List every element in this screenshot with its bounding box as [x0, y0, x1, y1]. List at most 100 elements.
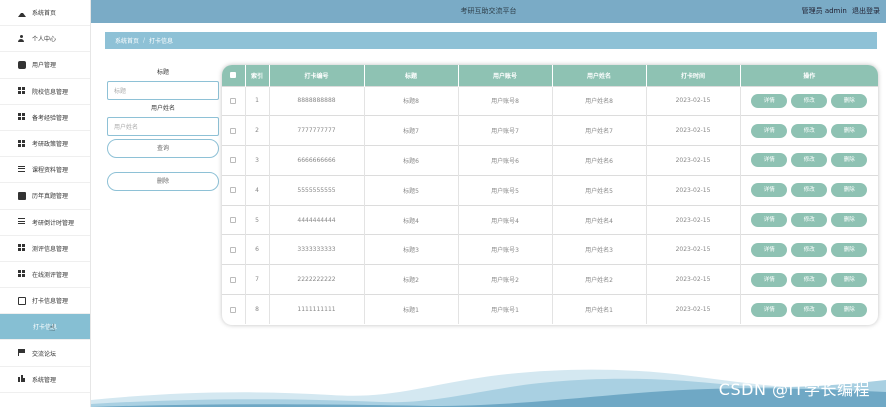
- cell-index: 7: [245, 264, 270, 295]
- table-row: 4 5555555555 标题5 用户账号5 用户姓名5 2023-02-15 详情 修改 删除: [222, 175, 878, 206]
- query-button[interactable]: 查询: [107, 139, 219, 158]
- detail-button[interactable]: 详情: [751, 213, 788, 228]
- cell-checkin-code: 6666666666: [269, 145, 365, 176]
- cell-actions: 详情 修改 删除: [740, 86, 878, 116]
- edit-button[interactable]: 修改: [791, 302, 828, 317]
- row-select-cell[interactable]: [222, 145, 246, 176]
- delete-button[interactable]: 删除: [831, 302, 868, 317]
- edit-button[interactable]: 修改: [791, 153, 828, 168]
- sidebar-item-online-assessment[interactable]: 在线测评管理: [0, 262, 90, 289]
- sidebar-item-checkin[interactable]: 打卡信息: [0, 314, 90, 341]
- sidebar-item-users[interactable]: 用户管理: [0, 52, 90, 79]
- sidebar-item-label: 系统管理: [32, 376, 57, 384]
- sidebar-item-policy[interactable]: 考研政策管理: [0, 131, 90, 158]
- sidebar-item-forum[interactable]: 交流论坛: [0, 340, 90, 367]
- table-row: 5 4444444444 标题4 用户账号4 用户姓名4 2023-02-15 详情 修改 删除: [222, 205, 878, 235]
- name-filter-label: 用户姓名: [150, 105, 175, 112]
- cell-user-account: 用户账号4: [458, 205, 553, 235]
- row-select-cell[interactable]: [222, 234, 246, 265]
- sidebar-item-home[interactable]: 系统首页: [0, 0, 90, 27]
- cell-checkin-time: 2023-02-15: [646, 205, 741, 235]
- user-area: 管理员 admin 退出登录: [799, 6, 880, 16]
- delete-button[interactable]: 删除: [831, 93, 868, 108]
- row-checkbox[interactable]: [230, 217, 237, 224]
- search-panel: 标题 标题 用户姓名 用户姓名 查询 删除: [107, 67, 219, 191]
- watermark-text: CSDN @IT学长编程: [718, 380, 870, 399]
- breadcrumb-current: 打卡信息: [149, 38, 174, 45]
- detail-button[interactable]: 详情: [751, 153, 788, 168]
- cell-index: 2: [245, 115, 270, 146]
- edit-button[interactable]: 修改: [791, 272, 828, 287]
- person-icon: [18, 34, 26, 43]
- detail-button[interactable]: 详情: [751, 93, 788, 108]
- column-header: 用户账号: [458, 65, 553, 86]
- detail-button[interactable]: 详情: [751, 123, 788, 138]
- grid-icon: [18, 244, 26, 253]
- breadcrumb-separator: /: [143, 37, 146, 44]
- sidebar-item-system[interactable]: 系统管理: [0, 367, 90, 393]
- cell-index: 4: [245, 175, 270, 206]
- delete-button[interactable]: 删除: [831, 153, 868, 168]
- row-checkbox[interactable]: [230, 306, 237, 313]
- name-search-input[interactable]: 用户姓名: [107, 117, 219, 136]
- cell-actions: 详情 修改 删除: [740, 295, 878, 325]
- sidebar-item-countdown[interactable]: 考研倒计时管理: [0, 210, 90, 236]
- select-all-checkbox[interactable]: [230, 72, 237, 79]
- column-header: 打卡时间: [646, 65, 741, 86]
- sidebar: 系统首页 个人中心 用户管理 院校信息管理 备考经验管理 考研政策管理 课程资料…: [0, 0, 91, 407]
- title-search-input[interactable]: 标题: [107, 81, 219, 100]
- breadcrumb-home[interactable]: 系统首页: [115, 36, 139, 45]
- row-checkbox[interactable]: [230, 157, 237, 164]
- cell-user-name: 用户姓名4: [552, 205, 647, 235]
- logout-link[interactable]: 退出登录: [852, 7, 880, 15]
- row-select-cell[interactable]: [222, 205, 246, 235]
- sidebar-item-past-papers[interactable]: 历年真题管理: [0, 183, 90, 210]
- cell-checkin-code: 2222222222: [269, 264, 365, 295]
- sidebar-item-assessment-info[interactable]: 测评信息管理: [0, 236, 90, 262]
- sidebar-item-experience[interactable]: 备考经验管理: [0, 105, 90, 131]
- delete-button[interactable]: 删除: [831, 272, 868, 287]
- cell-checkin-time: 2023-02-15: [646, 264, 741, 295]
- edit-button[interactable]: 修改: [791, 183, 828, 198]
- edit-button[interactable]: 修改: [791, 242, 828, 257]
- delete-button[interactable]: 删除: [831, 183, 868, 198]
- sidebar-item-courses[interactable]: 课程资料管理: [0, 157, 90, 184]
- batch-delete-button[interactable]: 删除: [107, 172, 219, 191]
- book-icon: [18, 191, 26, 200]
- cell-checkin-code: 3333333333: [269, 234, 365, 265]
- cell-actions: 详情 修改 删除: [740, 235, 878, 265]
- row-checkbox[interactable]: [230, 187, 237, 194]
- row-select-cell[interactable]: [222, 264, 246, 295]
- top-header: 考研互助交流平台 管理员 admin 退出登录: [91, 0, 886, 23]
- cell-user-name: 用户姓名5: [552, 175, 647, 206]
- sidebar-item-label: 个人中心: [32, 36, 57, 44]
- bars-icon: [18, 375, 26, 384]
- detail-button[interactable]: 详情: [751, 183, 788, 198]
- row-checkbox[interactable]: [230, 276, 237, 283]
- row-checkbox[interactable]: [230, 127, 237, 134]
- delete-button[interactable]: 删除: [831, 242, 868, 257]
- row-select-cell[interactable]: [222, 175, 246, 206]
- sidebar-item-label: 打卡信息管理: [32, 298, 69, 306]
- sidebar-item-profile[interactable]: 个人中心: [0, 26, 90, 53]
- sidebar-item-checkin-manage[interactable]: 打卡信息管理: [0, 288, 90, 315]
- cell-user-name: 用户姓名8: [552, 86, 647, 116]
- cell-checkin-code: 4444444444: [269, 205, 365, 235]
- edit-button[interactable]: 修改: [791, 93, 828, 108]
- sidebar-item-schools[interactable]: 院校信息管理: [0, 79, 90, 105]
- cell-checkin-code: 1111111111: [269, 294, 365, 325]
- row-checkbox[interactable]: [230, 97, 237, 104]
- delete-button[interactable]: 删除: [831, 213, 868, 228]
- detail-button[interactable]: 详情: [751, 242, 788, 257]
- row-checkbox[interactable]: [230, 246, 237, 253]
- detail-button[interactable]: 详情: [751, 272, 788, 287]
- sidebar-item-label: 在线测评管理: [32, 271, 69, 279]
- select-all-header[interactable]: [222, 65, 246, 86]
- row-select-cell[interactable]: [222, 115, 246, 146]
- edit-button[interactable]: 修改: [791, 123, 828, 138]
- edit-button[interactable]: 修改: [791, 213, 828, 228]
- row-select-cell[interactable]: [222, 86, 246, 116]
- delete-button[interactable]: 删除: [831, 123, 868, 138]
- detail-button[interactable]: 详情: [751, 302, 788, 317]
- row-select-cell[interactable]: [222, 294, 246, 325]
